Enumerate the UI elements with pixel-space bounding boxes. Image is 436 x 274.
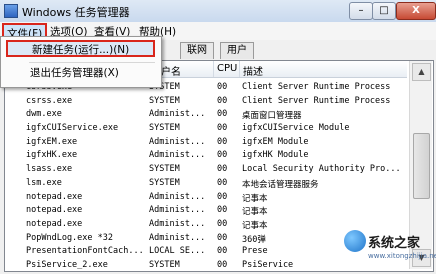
process-description: Local Security Authority Pro...: [242, 164, 401, 175]
process-description: 桌面窗口管理器: [242, 111, 302, 122]
process-cpu: 00: [217, 259, 228, 270]
new-task-menu-item[interactable]: 新建任务(运行...)(N): [6, 40, 155, 57]
process-name: lsm.exe: [26, 177, 62, 188]
process-row[interactable]: csrss.exe SYSTEM 00 Client Server Runtim…: [5, 96, 407, 110]
tab-network[interactable]: 联网: [180, 42, 214, 59]
tab-users[interactable]: 用户: [220, 42, 254, 59]
process-user: SYSTEM: [149, 123, 180, 134]
process-description: igfxCUIService Module: [242, 123, 350, 134]
process-cpu: 00: [217, 123, 228, 134]
process-cpu: 00: [217, 150, 228, 161]
process-description: 记事本: [242, 207, 268, 218]
process-user: Administ...: [149, 150, 206, 161]
column-header-cpu[interactable]: CPU: [217, 63, 237, 74]
process-name: igfxHK.exe: [26, 150, 78, 161]
process-user: Administ...: [149, 191, 206, 202]
process-description: igfxHK Module: [242, 150, 309, 161]
process-row[interactable]: lsass.exe SYSTEM 00 Local Security Autho…: [5, 164, 407, 178]
process-user: SYSTEM: [149, 164, 180, 175]
process-user: LOCAL SE...: [149, 246, 206, 257]
menu-separator: [29, 62, 155, 63]
process-user: SYSTEM: [149, 259, 180, 270]
process-row[interactable]: notepad.exe Administ... 00 记事本: [5, 205, 407, 219]
process-cpu: 00: [217, 164, 228, 175]
watermark-logo-icon: [344, 230, 366, 252]
process-cpu: 00: [217, 218, 228, 229]
task-manager-window: Windows 任务管理器 – □ X 文件(F) 选项(O) 查看(V) 帮助…: [0, 0, 436, 272]
exit-task-manager-menu-item[interactable]: 退出任务管理器(X): [6, 65, 155, 82]
watermark: 系统之家 www.xitongzhijia.net: [344, 226, 436, 270]
minimize-button[interactable]: –: [349, 2, 373, 20]
column-header-description[interactable]: 描述: [243, 63, 263, 78]
process-name: PresentationFontCach...: [26, 246, 144, 257]
process-row[interactable]: igfxCUIService.exe SYSTEM 00 igfxCUIServ…: [5, 123, 407, 137]
watermark-text: 系统之家: [368, 236, 421, 251]
process-name: csrss.exe: [26, 95, 73, 106]
process-name: notepad.exe: [26, 191, 83, 202]
process-cpu: 00: [217, 82, 228, 92]
process-name: igfxCUIService.exe: [26, 123, 119, 134]
process-cpu: 00: [217, 191, 228, 202]
process-user: Administ...: [149, 218, 206, 229]
process-description: igfxEM Module: [242, 136, 309, 147]
task-manager-icon: [4, 4, 18, 18]
process-user: Administ...: [149, 205, 206, 216]
process-name: PsiService_2.exe: [26, 259, 108, 270]
process-cpu: 00: [217, 232, 228, 243]
window-title: Windows 任务管理器: [22, 6, 130, 19]
process-cpu: 00: [217, 177, 228, 188]
process-user: Administ...: [149, 136, 206, 147]
process-name: notepad.exe: [26, 205, 83, 216]
process-user: Administ...: [149, 109, 206, 120]
watermark-url: www.xitongzhijia.net: [368, 252, 436, 260]
process-description: Client Server Runtime Process: [242, 82, 391, 92]
process-name: dwm.exe: [26, 109, 62, 120]
process-row[interactable]: igfxHK.exe Administ... 00 igfxHK Module: [5, 150, 407, 164]
process-row[interactable]: dwm.exe Administ... 00 桌面窗口管理器: [5, 109, 407, 123]
process-description: 记事本: [242, 193, 268, 204]
process-name: igfxEM.exe: [26, 136, 78, 147]
process-description: 本地会话管理器服务: [242, 179, 319, 190]
process-user: SYSTEM: [149, 95, 180, 106]
maximize-button[interactable]: □: [372, 2, 396, 20]
process-name: notepad.exe: [26, 218, 83, 229]
process-row[interactable]: notepad.exe Administ... 00 记事本: [5, 192, 407, 206]
process-row[interactable]: igfxEM.exe Administ... 00 igfxEM Module: [5, 137, 407, 151]
column-divider[interactable]: [213, 61, 214, 77]
process-description: Client Server Runtime Process: [242, 95, 391, 106]
scrollbar-thumb[interactable]: [413, 133, 430, 199]
process-row[interactable]: lsm.exe SYSTEM 00 本地会话管理器服务: [5, 178, 407, 192]
file-menu-dropdown: 新建任务(运行...)(N) 退出任务管理器(X): [0, 36, 162, 88]
title-bar[interactable]: Windows 任务管理器 – □ X: [0, 0, 436, 23]
process-cpu: 00: [217, 246, 228, 257]
process-name: lsass.exe: [26, 164, 73, 175]
process-user: SYSTEM: [149, 177, 180, 188]
process-cpu: 00: [217, 109, 228, 120]
process-user: Administ...: [149, 232, 206, 243]
process-cpu: 00: [217, 95, 228, 106]
scroll-up-arrow-icon[interactable]: ▲: [412, 63, 431, 81]
process-name: PopWndLog.exe *32: [26, 232, 113, 243]
process-cpu: 00: [217, 136, 228, 147]
close-button[interactable]: X: [396, 2, 436, 20]
process-cpu: 00: [217, 205, 228, 216]
column-divider[interactable]: [239, 61, 240, 77]
